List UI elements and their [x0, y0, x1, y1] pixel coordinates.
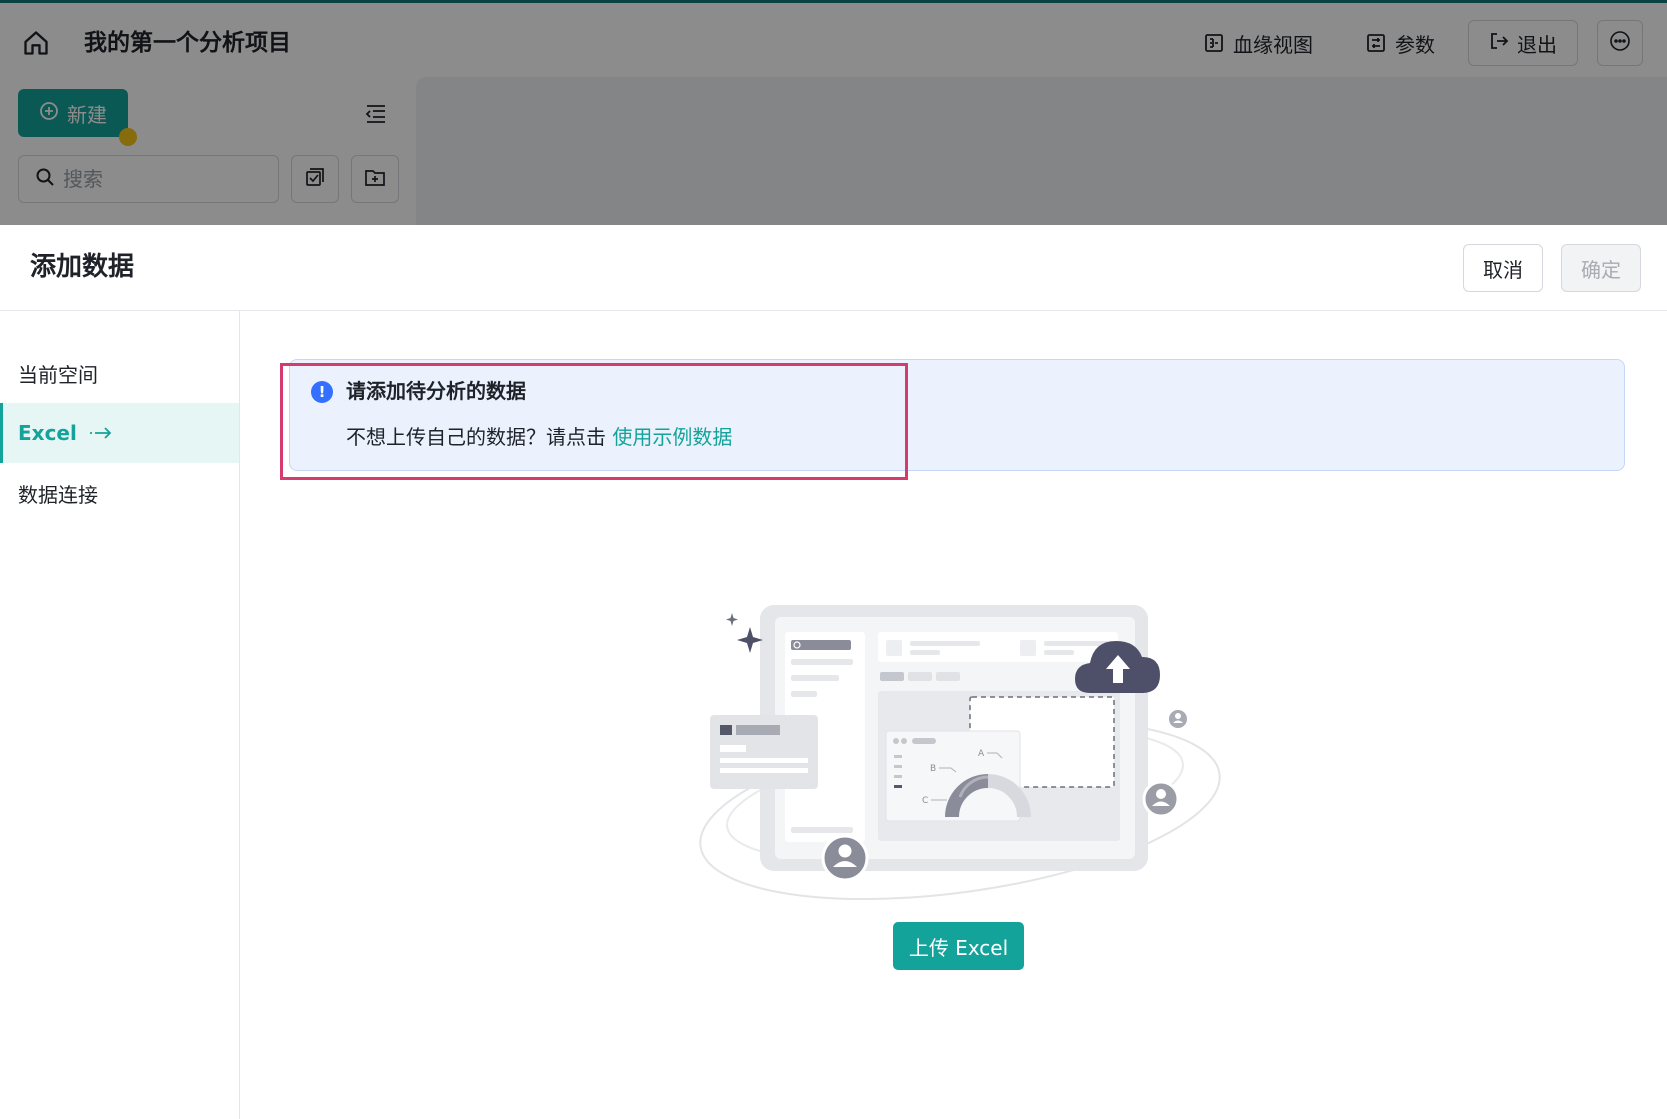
new-label: 新建: [67, 102, 107, 127]
lineage-icon: [1203, 32, 1225, 54]
nav-item-excel[interactable]: Excel: [0, 403, 239, 463]
info-alert: ! 请添加待分析的数据 不想上传自己的数据？请点击 使用示例数据: [289, 359, 1625, 471]
upload-illustration: A B C: [690, 605, 1230, 905]
drawer-header: 添加数据 取消 确定: [0, 225, 1667, 311]
alert-description: 不想上传自己的数据？请点击 使用示例数据: [346, 422, 732, 452]
alert-description-text: 不想上传自己的数据？请点击: [346, 425, 606, 449]
nav-item-data-connection[interactable]: 数据连接: [0, 463, 239, 523]
checkbox-multi-icon: [304, 166, 326, 192]
exit-icon: [1489, 31, 1509, 56]
plus-circle-icon: [39, 101, 59, 126]
nav-item-label: 当前空间: [18, 362, 98, 387]
chart-label-c: C: [922, 796, 928, 806]
nav-item-label: Excel: [18, 421, 77, 445]
new-folder-button[interactable]: [351, 155, 399, 203]
exit-label: 退出: [1517, 32, 1557, 57]
exit-button[interactable]: 退出: [1468, 20, 1578, 66]
search-icon: [35, 167, 55, 191]
params-icon: [1365, 32, 1387, 54]
add-data-drawer: 添加数据 取消 确定 当前空间 Excel 数据连接 ! 请添加待分析的数据 不…: [0, 225, 1667, 1119]
confirm-button[interactable]: 确定: [1561, 244, 1641, 292]
chart-label-a: A: [978, 749, 985, 759]
new-button[interactable]: 新建: [18, 89, 128, 137]
upload-excel-button[interactable]: 上传 Excel: [893, 922, 1024, 970]
source-nav: 当前空间 Excel 数据连接: [0, 311, 240, 1119]
search-box[interactable]: [18, 155, 279, 203]
lineage-view-label: 血缘视图: [1233, 32, 1313, 57]
notification-dot: [119, 128, 137, 146]
more-button[interactable]: [1597, 20, 1643, 66]
nav-item-label: 数据连接: [18, 482, 98, 507]
info-icon: !: [311, 381, 333, 403]
params-button[interactable]: 参数: [1365, 27, 1435, 59]
alert-title: 请添加待分析的数据: [346, 379, 526, 403]
canvas-area: [416, 77, 1667, 237]
arrow-right-icon: [89, 421, 113, 445]
params-label: 参数: [1395, 32, 1435, 57]
nav-item-current-space[interactable]: 当前空间: [0, 343, 239, 403]
lineage-view-button[interactable]: 血缘视图: [1203, 27, 1313, 59]
project-title: 我的第一个分析项目: [84, 30, 291, 56]
chart-label-b: B: [930, 764, 936, 774]
collapse-sidebar-icon[interactable]: [362, 100, 390, 128]
background-app: 我的第一个分析项目 血缘视图 参数 退出 新建 搜索: [0, 0, 1667, 237]
more-icon: [1609, 30, 1631, 56]
folder-plus-icon: [364, 166, 386, 192]
cancel-button[interactable]: 取消: [1463, 244, 1543, 292]
search-input[interactable]: [63, 167, 253, 191]
home-icon[interactable]: [20, 27, 52, 59]
batch-select-button[interactable]: [291, 155, 339, 203]
use-sample-data-link[interactable]: 使用示例数据: [612, 425, 732, 449]
top-bar: 我的第一个分析项目 血缘视图 参数 退出: [0, 0, 1667, 78]
drawer-title: 添加数据: [30, 252, 135, 282]
